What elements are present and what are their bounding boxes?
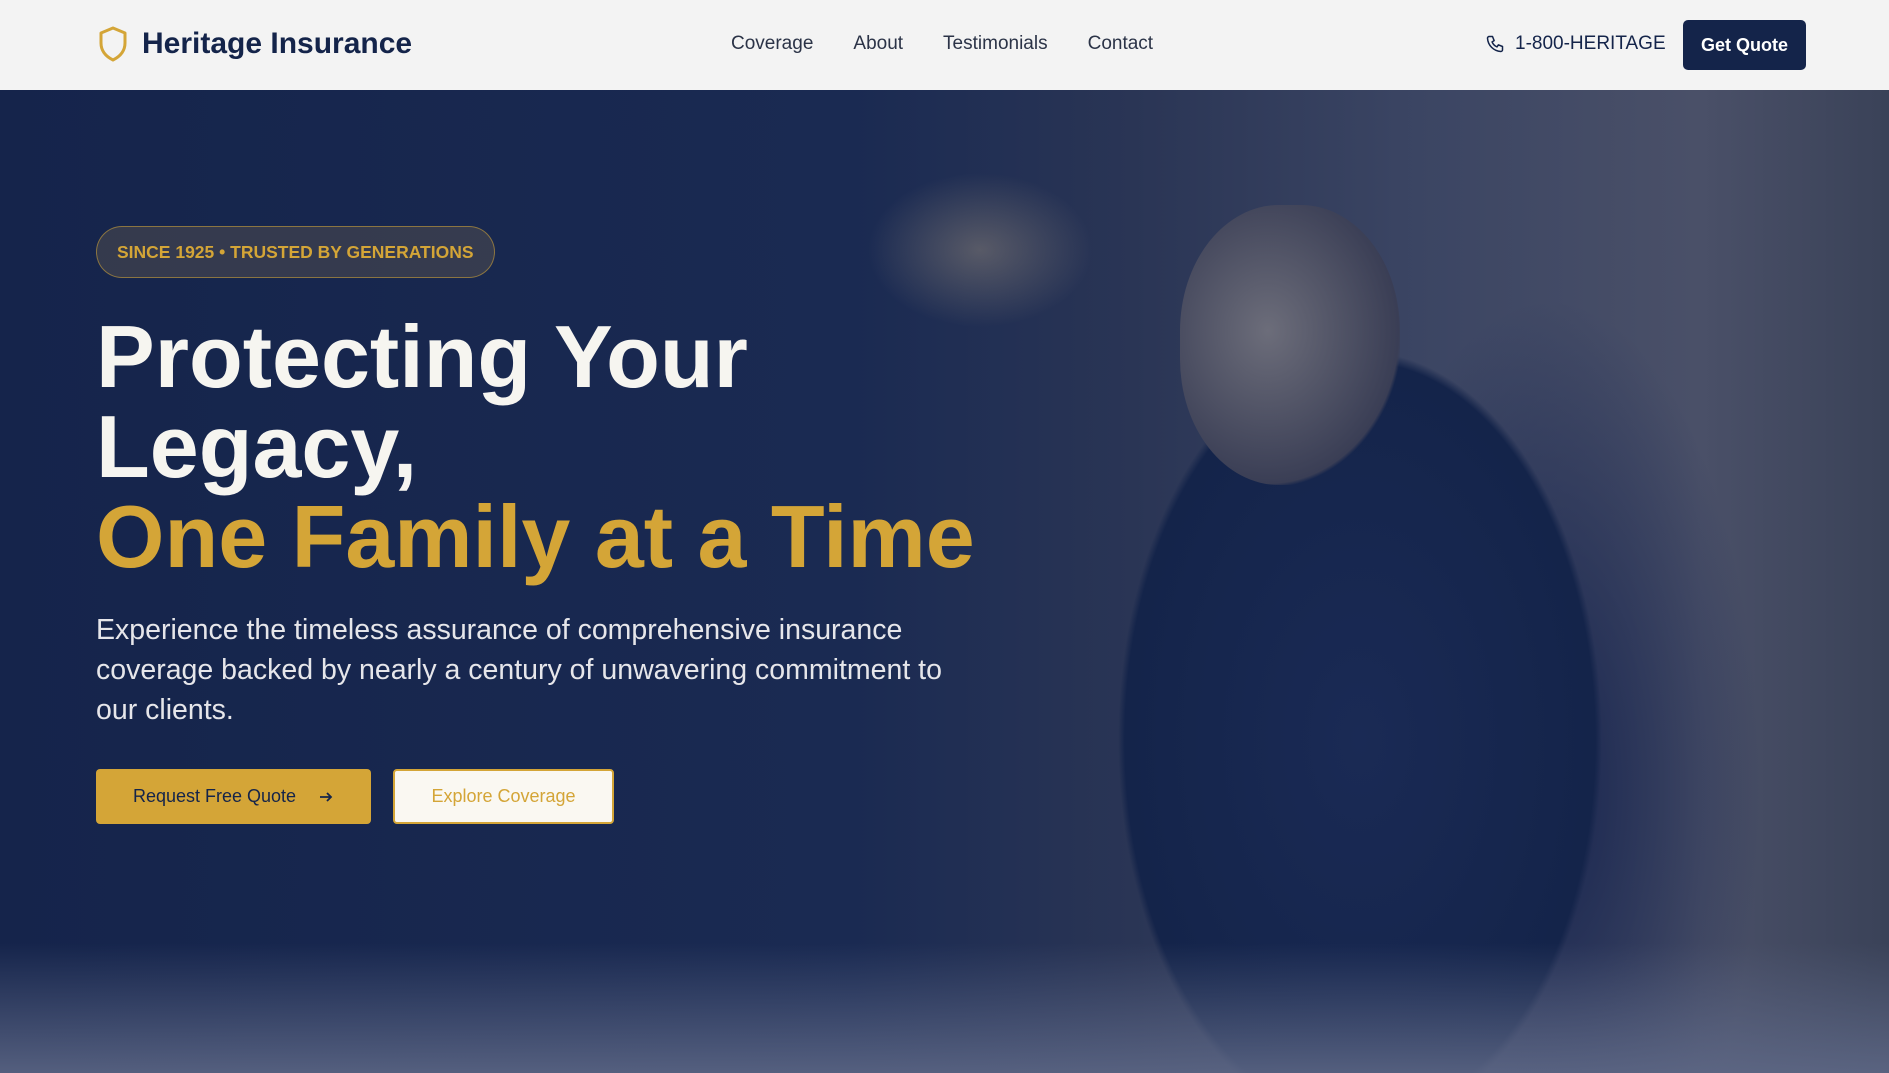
arrow-right-icon: [320, 791, 333, 802]
hero-title: Protecting Your Legacy, One Family at a …: [96, 312, 975, 582]
hero-description: Experience the timeless assurance of com…: [96, 614, 942, 726]
logo[interactable]: Heritage Insurance: [98, 26, 412, 62]
heritage-badge: SINCE 1925 • TRUSTED BY GENERATIONS: [96, 226, 495, 278]
request-free-quote-button[interactable]: Request Free Quote: [96, 769, 371, 824]
hero-title-line2: Legacy,: [96, 397, 418, 496]
nav-contact[interactable]: Contact: [1088, 33, 1153, 55]
phone-icon: [1486, 35, 1504, 53]
explore-coverage-button[interactable]: Explore Coverage: [393, 769, 614, 824]
hero-bottom-fade: [0, 943, 1889, 1073]
hero-title-highlight: One Family at a Time: [96, 487, 975, 586]
hero-section: SINCE 1925 • TRUSTED BY GENERATIONS Prot…: [0, 90, 1889, 1073]
shield-icon: [99, 26, 127, 62]
nav-about[interactable]: About: [853, 33, 903, 55]
phone-link[interactable]: 1-800-HERITAGE: [1485, 33, 1666, 55]
brand-name: Heritage Insurance: [142, 27, 413, 60]
nav-testimonials[interactable]: Testimonials: [943, 33, 1048, 55]
phone-number: 1-800-HERITAGE: [1515, 33, 1666, 54]
request-free-quote-label: Request Free Quote: [132, 786, 297, 806]
get-quote-button[interactable]: Get Quote: [1683, 20, 1806, 70]
hero-title-line1: Protecting Your: [96, 307, 748, 406]
nav-coverage[interactable]: Coverage: [731, 33, 813, 55]
main-nav: Coverage About Testimonials Contact: [731, 33, 1153, 55]
site-header: Heritage Insurance Coverage About Testim…: [0, 0, 1889, 90]
hero-background-face: [1180, 205, 1400, 485]
